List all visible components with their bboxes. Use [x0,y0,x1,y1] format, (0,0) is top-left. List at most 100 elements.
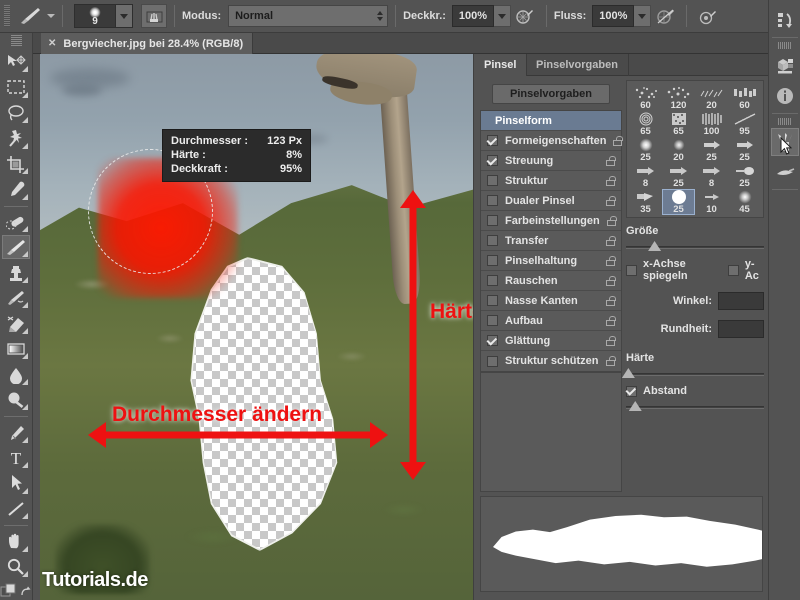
brush-option-pinselform[interactable]: Pinselform [481,111,621,131]
sidebar-item-eraser-tool[interactable] [2,311,30,335]
opacity-dropdown-button[interactable] [493,5,511,27]
document-tab[interactable]: ✕ Bergviecher.jpg bei 28.4% (RGB/8) [41,33,254,54]
brush-preset-cell[interactable]: 60 [728,85,761,111]
sidebar-item-magic-wand-tool[interactable] [2,126,30,150]
mini-bridge-panel-icon[interactable] [771,52,799,80]
sidebar-item-blur-tool[interactable] [2,362,30,386]
brush-option-dualer-pinsel[interactable]: Dualer Pinsel [481,191,621,211]
brush-preset-cell[interactable]: 100 [695,111,728,137]
spacing-slider-knob[interactable] [628,401,642,411]
brush-preset-cell[interactable]: 25 [728,163,761,189]
flow-value[interactable]: 100% [592,5,635,27]
sidebar-item-lasso-tool[interactable] [2,101,30,125]
flip-y-checkbox[interactable] [727,264,739,276]
tablet-pressure-opacity-icon[interactable] [513,4,537,28]
brush-option-transfer[interactable]: Transfer [481,231,621,251]
brush-size-dropdown-button[interactable] [115,5,132,27]
brush-preset-cell[interactable]: 25 [695,137,728,163]
tab-pinselvorgaben[interactable]: Pinselvorgaben [526,54,629,76]
brush-tool-dropdown-caret[interactable] [47,14,55,18]
spacing-slider[interactable] [626,401,764,411]
sidebar-item-line-shape-tool[interactable] [2,497,30,521]
brush-preset-cell[interactable]: 65 [662,111,695,137]
checkbox[interactable] [487,195,498,206]
checkbox[interactable] [487,355,498,367]
size-slider[interactable] [626,241,764,251]
hardness-slider-knob[interactable] [621,368,635,378]
brush-preset-cell[interactable]: 25 [629,137,662,163]
brush-preset-cell[interactable]: 45 [728,189,761,215]
opacity-value[interactable]: 100% [451,5,494,27]
sidebar-item-history-brush-tool[interactable] [2,286,30,310]
sidebar-item-hand-tool[interactable] [2,529,30,553]
flow-dropdown-button[interactable] [634,5,652,27]
tablet-pressure-flow-icon[interactable] [653,4,677,28]
sidebar-item-dodge-tool[interactable] [2,388,30,412]
sidebar-item-pen-tool[interactable] [2,420,30,444]
sidebar-item-brush-tool[interactable] [2,235,30,260]
brush-option-struktur-schuetzen[interactable]: Struktur schützen [481,351,621,371]
sidebar-item-crop-tool[interactable] [2,152,30,176]
checkbox[interactable] [487,175,498,186]
brush-presets-panel-icon[interactable] [771,158,799,186]
checkbox[interactable] [487,215,498,226]
brush-option-streuung[interactable]: Streuung [481,151,621,171]
checkbox[interactable] [487,255,498,266]
sidebar-item-clone-stamp-tool[interactable] [2,260,30,284]
airbrush-toggle-icon[interactable] [696,4,720,28]
lock-icon[interactable] [606,275,616,286]
brush-option-glaettung[interactable]: Glättung [481,331,621,351]
lock-icon[interactable] [606,255,616,266]
options-bar-grip[interactable] [4,5,10,27]
checkbox[interactable] [487,315,498,326]
roundness-input[interactable] [718,320,764,338]
checkbox[interactable] [487,235,498,246]
brush-preset-cell[interactable]: 120 [662,85,695,111]
history-panel-icon[interactable] [771,6,799,34]
sidebar-item-eyedropper-tool[interactable] [2,177,30,201]
angle-input[interactable] [718,292,764,310]
brush-preset-cell[interactable]: 25 [662,163,695,189]
brush-preset-cell[interactable]: 20 [662,137,695,163]
checkbox[interactable] [487,335,498,346]
lock-icon[interactable] [606,175,616,186]
sidebar-item-move-tool[interactable] [2,50,30,74]
tab-pinsel[interactable]: Pinsel [474,54,528,76]
lock-icon[interactable] [606,315,616,326]
brush-option-farbeinstellungen[interactable]: Farbeinstellungen [481,211,621,231]
dock-group-grip-2[interactable] [778,118,791,125]
checkbox[interactable] [487,155,498,166]
brush-preset-cell[interactable]: 20 [695,85,728,111]
sidebar-item-zoom-tool[interactable] [2,555,30,579]
brush-preset-cell[interactable]: 25 [728,137,761,163]
lock-icon[interactable] [606,295,616,306]
sidebar-item-healing-brush-tool[interactable] [2,210,30,234]
brush-option-struktur[interactable]: Struktur [481,171,621,191]
lock-icon[interactable] [606,215,617,226]
size-slider-knob[interactable] [648,241,662,251]
flip-x-checkbox[interactable] [626,264,637,276]
brush-size-picker[interactable]: 9 [74,4,133,28]
checkbox[interactable] [487,275,498,286]
lock-icon[interactable] [606,335,616,346]
brush-option-pinselhaltung[interactable]: Pinselhaltung [481,251,621,271]
spacing-checkbox[interactable] [626,385,637,397]
toolbar-grip[interactable] [10,35,22,47]
lock-icon[interactable] [606,195,616,206]
sidebar-item-path-selection-tool[interactable] [2,471,30,495]
opacity-control[interactable]: 100% [451,5,511,27]
brush-preset-cell[interactable]: 60 [629,85,662,111]
checkbox[interactable] [487,295,498,306]
sidebar-item-gradient-tool[interactable] [2,337,30,361]
brush-panel-toggle-button[interactable] [141,4,167,28]
brush-preset-cell[interactable]: 35 [629,189,662,215]
hardness-slider[interactable] [621,368,764,378]
brush-option-nasse-kanten[interactable]: Nasse Kanten [481,291,621,311]
brush-preset-cell[interactable]: 8 [695,163,728,189]
dock-group-grip[interactable] [778,42,791,49]
brush-preset-cell[interactable]: 65 [629,111,662,137]
lock-icon[interactable] [606,356,616,366]
brush-preset-cell[interactable]: 95 [728,111,761,137]
lock-icon[interactable] [613,135,624,146]
brush-option-rauschen[interactable]: Rauschen [481,271,621,291]
